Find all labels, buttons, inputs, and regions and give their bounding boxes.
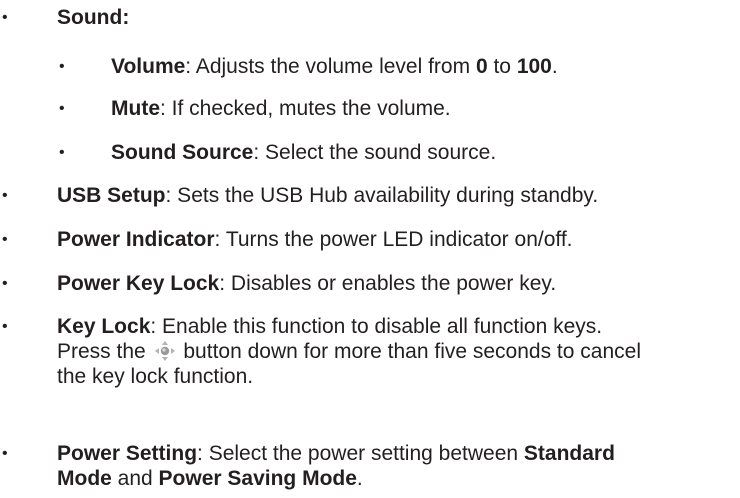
volume-end: .: [551, 55, 558, 78]
power-mode-saving: Power Saving Mode: [158, 467, 357, 490]
key-lock-label: Key Lock: [57, 315, 151, 338]
sound-source-label: Sound Source: [111, 141, 254, 164]
bullet: •: [2, 445, 8, 462]
mute-text: : If checked, mutes the volume.: [160, 97, 451, 120]
volume-label: Volume: [111, 55, 186, 78]
mute-label: Mute: [111, 97, 160, 120]
bullet: •: [59, 100, 65, 117]
power-setting-label: Power Setting: [57, 442, 198, 465]
volume-to: to: [487, 55, 517, 78]
power-setting-and: and: [111, 467, 159, 490]
bullet: •: [2, 9, 8, 26]
bullet: •: [2, 318, 8, 335]
power-key-lock-label: Power Key Lock: [57, 272, 220, 295]
volume-text: : Adjusts the volume level from: [185, 55, 476, 78]
bullet: •: [2, 187, 8, 204]
power-indicator-text: : Turns the power LED indicator on/off.: [214, 228, 573, 251]
joystick-icon: [154, 340, 176, 362]
volume-max: 100: [516, 55, 552, 78]
power-key-lock-text: : Disables or enables the power key.: [219, 272, 557, 295]
bullet: •: [2, 275, 8, 292]
key-lock-text-press: Press the: [57, 340, 152, 363]
power-mode-standard: Standard: [523, 442, 615, 465]
key-lock-text-cancel: button down for more than five seconds t…: [177, 340, 641, 363]
power-mode-standard-cont: Mode: [57, 467, 112, 490]
key-lock-text: : Enable this function to disable all fu…: [150, 315, 603, 338]
bullet: •: [59, 144, 65, 161]
volume-min: 0: [475, 55, 488, 78]
sound-heading: Sound:: [57, 6, 130, 29]
key-lock-text-end: the key lock function.: [57, 365, 254, 388]
power-indicator-label: Power Indicator: [57, 228, 215, 251]
power-setting-end: .: [356, 467, 363, 490]
power-setting-text: : Select the power setting between: [197, 442, 524, 465]
usb-setup-label: USB Setup: [57, 184, 166, 207]
sound-source-text: : Select the sound source.: [253, 141, 497, 164]
usb-setup-text: : Sets the USB Hub availability during s…: [165, 184, 599, 207]
bullet: •: [59, 58, 65, 75]
bullet: •: [2, 231, 8, 248]
